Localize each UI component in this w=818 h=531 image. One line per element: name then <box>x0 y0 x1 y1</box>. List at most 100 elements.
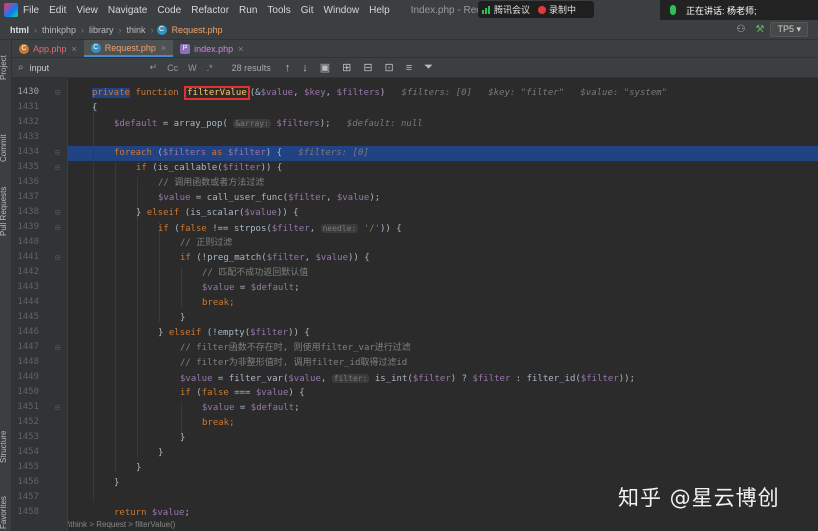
code-line-1448[interactable]: // filter为非整形值时, 调用filter_id取得过滤id <box>180 356 407 371</box>
words-toggle[interactable]: W <box>188 63 197 73</box>
search-input[interactable]: input <box>30 63 130 73</box>
hammer-icon[interactable]: ⚒ <box>755 24 764 35</box>
breadcrumb-file[interactable]: Request.php <box>170 25 225 35</box>
code-line-1446[interactable]: } elseif (!empty($filter)) { <box>158 326 310 341</box>
clear-search-icon[interactable]: ↵ <box>150 62 158 73</box>
previous-occurrence-icon[interactable]: ↑ <box>285 62 291 74</box>
code-line-1450[interactable]: if (false === $value) { <box>180 386 305 401</box>
code-line-1440[interactable]: // 正则过滤 <box>180 236 232 251</box>
code-line-1456[interactable]: } <box>114 476 119 491</box>
filter-options-icon[interactable]: ≡ <box>406 62 412 74</box>
code-line-1438[interactable]: } elseif (is_scalar($value)) { <box>136 206 299 221</box>
remove-selection-icon[interactable]: ⊟ <box>363 61 372 74</box>
line-number[interactable]: 1455 <box>9 462 39 472</box>
menu-run[interactable]: Run <box>234 5 262 16</box>
line-number[interactable]: 1453 <box>9 432 39 442</box>
code-breadcrumb[interactable]: \think > Request > filterValue() <box>68 520 175 529</box>
tab-index-php[interactable]: P index.php × <box>173 40 250 57</box>
select-all-occurrences-icon[interactable]: ⊡ <box>385 61 394 74</box>
breadcrumb-html[interactable]: html <box>8 25 31 35</box>
fold-arrow-icon[interactable]: ⊖ <box>54 403 61 412</box>
breadcrumb-think[interactable]: think <box>125 25 148 35</box>
breadcrumb-thinkphp[interactable]: thinkphp <box>40 25 78 35</box>
line-number[interactable]: 1449 <box>9 372 39 382</box>
code-line-1447[interactable]: // filter函数不存在时, 则使用filter_var进行过滤 <box>180 341 411 356</box>
line-number[interactable]: 1456 <box>9 477 39 487</box>
code-line-1431[interactable]: { <box>92 101 97 116</box>
pull-requests-tool-button[interactable]: Pull Requests <box>0 187 8 236</box>
breadcrumb-library[interactable]: library <box>87 25 116 35</box>
code-line-1432[interactable]: $default = array_pop( &array: $filters);… <box>114 116 423 131</box>
fold-arrow-icon[interactable]: ⊖ <box>54 253 61 262</box>
structure-tool-button[interactable]: Structure <box>0 431 8 463</box>
fold-arrow-icon[interactable]: ⊖ <box>54 223 61 232</box>
line-number[interactable]: 1451 <box>9 402 39 412</box>
code-line-1445[interactable]: } <box>180 311 185 326</box>
menu-tools[interactable]: Tools <box>262 5 295 16</box>
line-number[interactable]: 1439 <box>9 222 39 232</box>
code-line-1435[interactable]: if (is_callable($filter)) { <box>136 161 282 176</box>
tab-request-php[interactable]: C Request.php × <box>83 40 174 57</box>
code-editor[interactable]: private function filterValue (&$value, $k… <box>68 78 818 531</box>
commit-tool-button[interactable]: Commit <box>0 134 8 162</box>
line-number[interactable]: 1452 <box>9 417 39 427</box>
favorites-tool-button[interactable]: Favorites <box>0 496 8 529</box>
menu-help[interactable]: Help <box>364 5 395 16</box>
fold-arrow-icon[interactable]: ⊖ <box>54 208 61 217</box>
code-line-1434[interactable]: foreach ($filters as $filter) { $filters… <box>114 146 369 161</box>
line-number[interactable]: 1436 <box>9 177 39 187</box>
code-line-1441[interactable]: if (!preg_match($filter, $value)) { <box>180 251 370 266</box>
code-line-1454[interactable]: } <box>158 446 163 461</box>
line-number[interactable]: 1444 <box>9 297 39 307</box>
code-line-1451[interactable]: $value = $default; <box>202 401 300 416</box>
code-line-1430[interactable]: private function filterValue (&$value, $k… <box>92 86 667 101</box>
menu-view[interactable]: View <box>71 5 103 16</box>
menu-navigate[interactable]: Navigate <box>103 5 152 16</box>
line-number[interactable]: 1431 <box>9 102 39 112</box>
code-line-1453[interactable]: } <box>180 431 185 446</box>
menu-window[interactable]: Window <box>319 5 365 16</box>
code-line-1442[interactable]: // 匹配不成功返回默认值 <box>202 266 308 281</box>
code-line-1455[interactable]: } <box>136 461 141 476</box>
line-number[interactable]: 1458 <box>9 507 39 517</box>
line-number[interactable]: 1433 <box>9 132 39 142</box>
run-config-select[interactable]: TP5 ▾ <box>770 22 808 37</box>
line-number[interactable]: 1430 <box>9 87 39 97</box>
menu-refactor[interactable]: Refactor <box>186 5 234 16</box>
line-number[interactable]: 1441 <box>9 252 39 262</box>
line-number[interactable]: 1443 <box>9 282 39 292</box>
line-number[interactable]: 1435 <box>9 162 39 172</box>
fold-arrow-icon[interactable]: ⊖ <box>54 88 61 97</box>
close-icon[interactable]: × <box>238 44 243 54</box>
menu-git[interactable]: Git <box>296 5 319 16</box>
next-occurrence-icon[interactable]: ↓ <box>302 62 308 74</box>
code-line-1439[interactable]: if (false !== strpos($filter, needle: '/… <box>158 221 402 236</box>
code-line-1437[interactable]: $value = call_user_func($filter, $value)… <box>158 191 380 206</box>
line-number[interactable]: 1448 <box>9 357 39 367</box>
code-line-1443[interactable]: $value = $default; <box>202 281 300 296</box>
search-icon[interactable]: ⌕ <box>18 62 24 73</box>
match-case-toggle[interactable]: Cc <box>167 63 178 73</box>
regex-toggle[interactable]: .* <box>207 63 213 73</box>
line-number[interactable]: 1446 <box>9 327 39 337</box>
fold-arrow-icon[interactable]: ⊖ <box>54 148 61 157</box>
code-line-1436[interactable]: // 调用函数或者方法过滤 <box>158 176 264 191</box>
line-number[interactable]: 1432 <box>9 117 39 127</box>
menu-file[interactable]: File <box>18 5 44 16</box>
fold-arrow-icon[interactable]: ⊖ <box>54 343 61 352</box>
user-icon[interactable]: ⚇ <box>737 24 746 35</box>
line-number[interactable]: 1450 <box>9 387 39 397</box>
line-number[interactable]: 1440 <box>9 237 39 247</box>
fold-arrow-icon[interactable]: ⊖ <box>54 163 61 172</box>
tab-app-php[interactable]: C App.php × <box>12 40 84 57</box>
filter-icon[interactable]: ⏷ <box>424 61 433 74</box>
line-number[interactable]: 1434 <box>9 147 39 157</box>
line-number[interactable]: 1438 <box>9 207 39 217</box>
code-line-1449[interactable]: $value = filter_var($value, filter: is_i… <box>180 371 635 386</box>
line-number[interactable]: 1442 <box>9 267 39 277</box>
meeting-indicator[interactable]: 腾讯会议 录制中 <box>478 1 594 18</box>
line-number[interactable]: 1445 <box>9 312 39 322</box>
project-tool-button[interactable]: Project <box>0 55 8 80</box>
close-icon[interactable]: × <box>72 44 77 54</box>
menu-edit[interactable]: Edit <box>44 5 71 16</box>
